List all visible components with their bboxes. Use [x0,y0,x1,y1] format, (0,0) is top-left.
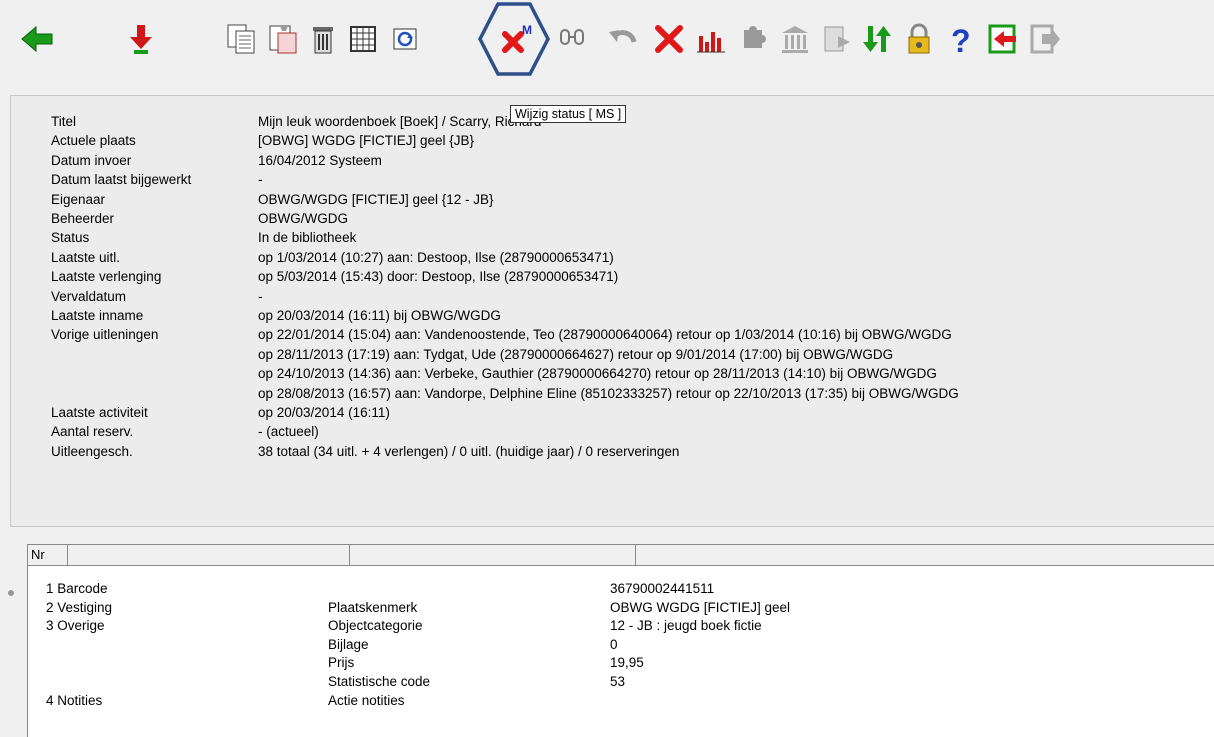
table-cell: Statistische code [328,674,431,689]
table-row[interactable]: 4 Notities Actie notities [28,692,1214,710]
export-icon[interactable] [818,20,856,58]
sort-icon[interactable] [858,20,896,58]
bar-chart-icon[interactable] [692,20,730,58]
table-cell: Prijs [328,655,355,671]
tooltip: Wijzig status [ MS ] [510,105,627,123]
table-cell: 1 Barcode [46,581,108,596]
info-label: Vervaldatum [51,288,127,304]
lock-icon[interactable] [900,20,938,58]
info-value: op 1/03/2014 (10:27) aan: Destoop, Ilse … [258,249,614,265]
table-row[interactable]: Prijs 19,95 [28,654,1214,672]
table-icon[interactable] [344,20,382,58]
table-cell: 2 Vestiging [46,599,113,615]
info-value: op 5/03/2014 (15:43) door: Destoop, Ilse… [258,269,619,285]
info-label: Laatste verlenging [51,269,162,285]
info-label: Datum invoer [51,152,132,168]
logout-icon[interactable] [1026,20,1064,58]
table-cell: Actie notities [328,692,405,708]
column-header-4[interactable] [636,545,1214,565]
info-value: op 20/03/2014 (16:11) [258,405,390,420]
exit-icon[interactable] [984,20,1022,58]
table-cell: 0 [610,636,618,652]
table-cell: Bijlage [328,636,369,652]
table-cell: OBWG WGDG [FICTIEJ] geel [610,599,791,615]
svg-text:M: M [522,23,532,37]
trash-icon[interactable] [304,20,342,58]
details-grid: Nr 1 Barcode 36790002441511 2 Vestiging Pla… [27,544,1214,737]
info-value: 16/04/2012 Systeem [258,152,382,168]
info-value: 38 totaal (34 uitl. + 4 verlengen) / 0 u… [258,443,680,459]
table-row[interactable]: Statistische code 53 [28,673,1214,691]
table-cell: Objectcategorie [328,618,423,634]
delete-icon[interactable] [650,20,688,58]
refresh-icon[interactable] [386,20,424,58]
info-label: Laatste inname [51,308,144,323]
info-label: Eigenaar [51,191,106,207]
info-value: - [258,172,263,188]
info-value: In de bibliotheek [258,230,357,246]
table-row[interactable]: Bijlage 0 [28,636,1214,654]
table-row[interactable]: 2 Vestiging Plaatskenmerk OBWG WGDG [FICTI… [28,599,1214,617]
back-arrow-icon[interactable] [18,20,56,58]
info-value: OBWG/WGDG [FICTIEJ] geel {12 - JB} [258,191,494,207]
table-cell: Plaatskenmerk [328,599,418,615]
info-label: Laatste activiteit [51,405,148,420]
info-label: Aantal reserv. [51,424,134,440]
download-arrow-icon[interactable] [122,20,160,58]
table-cell: 36790002441511 [610,581,715,596]
info-value: op 20/03/2014 (16:11) bij OBWG/WGDG [258,308,501,323]
copy-icon[interactable] [222,20,260,58]
info-label: Datum laatst bijgewerkt [51,172,192,188]
info-label: Vorige uitleningen [51,327,159,343]
info-label: Laatste uitl. [51,249,121,265]
library-icon[interactable] [776,20,814,58]
svg-text:?: ? [951,23,971,56]
info-value: [OBWG] WGDG [FICTIEJ] geel {JB} [258,133,475,149]
info-value: OBWG/WGDG [258,211,348,226]
change-status-icon[interactable]: M [496,20,534,58]
info-label: Status [51,230,90,246]
table-cell: 12 - JB : jeugd boek fictie [610,618,762,634]
info-label: Titel [51,114,77,129]
puzzle-icon[interactable] [736,20,774,58]
table-cell: 4 Notities [46,692,103,708]
item-info-panel: Titel Mijn leuk woordenboek [Boek] / Scar… [10,95,1214,527]
info-value: op 28/11/2013 (17:19) aan: Tydgat, Ude (… [258,346,894,362]
info-value: op 24/10/2013 (14:36) aan: Verbeke, Gaut… [258,366,937,382]
info-value: op 28/08/2013 (16:57) aan: Vandorpe, Del… [258,385,959,401]
table-cell: 3 Overige [46,618,105,634]
info-label: Uitleengesch. [51,443,133,459]
table-cell: 19,95 [610,655,644,671]
info-value: Mijn leuk woordenboek [Boek] / Scarry, R… [258,114,542,129]
toolbar: M ? [0,0,1214,82]
info-label: Actuele plaats [51,133,136,149]
paste-icon[interactable] [264,20,302,58]
table-cell: 53 [610,674,626,689]
link-icon[interactable] [554,20,592,58]
column-header-nr[interactable]: Nr [28,545,68,565]
table-row[interactable]: 3 Overige Objectcategorie 12 - JB : jeugd … [28,617,1214,635]
info-label: Beheerder [51,211,115,226]
column-header-2[interactable] [68,545,350,565]
row-indicator [8,590,14,596]
grid-header: Nr [28,545,1214,566]
info-value: - [258,288,263,304]
info-value: - (actueel) [258,424,319,440]
help-icon[interactable]: ? [942,20,980,58]
undo-icon[interactable] [604,20,642,58]
column-header-3[interactable] [350,545,636,565]
table-row[interactable]: 1 Barcode 36790002441511 [28,580,1214,598]
info-value: op 22/01/2014 (15:04) aan: Vandenoostend… [258,327,952,343]
